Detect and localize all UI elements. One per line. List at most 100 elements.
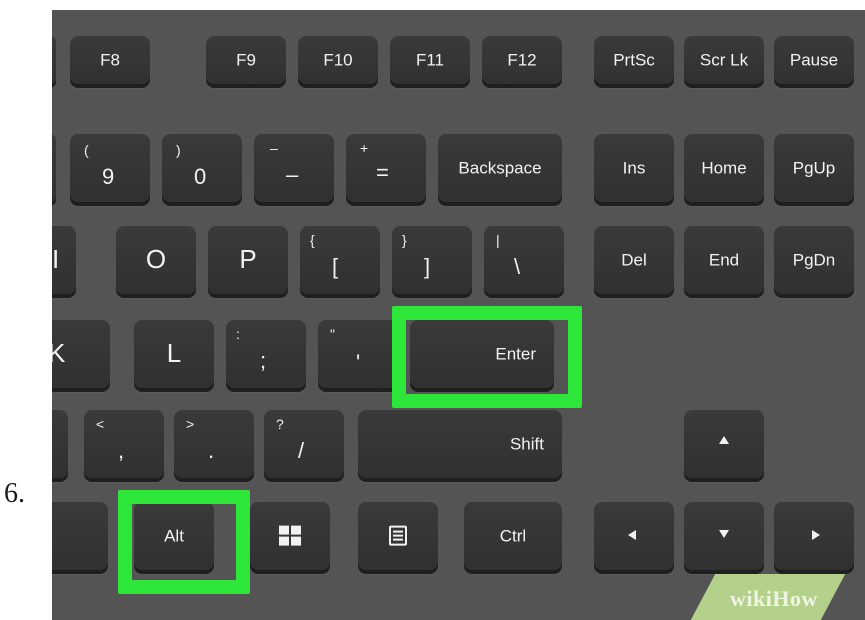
key-label: 9 <box>102 164 115 189</box>
arrow-right-icon <box>812 530 820 540</box>
key-label: 0 <box>194 164 207 189</box>
key-label: Scr Lk <box>699 50 749 70</box>
key-label: K <box>52 338 66 369</box>
key-label: End <box>708 250 740 270</box>
key-backspace: Backspace <box>438 134 562 206</box>
key-label: ] <box>424 254 431 279</box>
key-partial-left <box>52 410 68 482</box>
key-end: End <box>684 226 764 298</box>
key-label: – <box>286 162 299 187</box>
key-ctrl: Ctrl <box>464 502 562 574</box>
arrow-down-icon <box>719 530 729 538</box>
key-comma: < , <box>84 410 164 482</box>
key-label: Backspace <box>458 158 542 178</box>
key-quote: " ' <box>318 320 398 392</box>
watermark-logo: wikiHow <box>730 586 818 612</box>
key-sublabel: " <box>330 326 335 342</box>
key-scrlk: Scr Lk <box>684 36 764 88</box>
key-label: / <box>298 438 305 463</box>
key-f12: F12 <box>482 36 562 88</box>
key-sublabel: ) <box>176 142 181 158</box>
key-shift: Shift <box>358 410 562 482</box>
key-equals: + = <box>346 134 426 206</box>
key-prtsc: PrtSc <box>594 36 674 88</box>
key-sublabel: < <box>96 416 105 432</box>
step-number: 6. <box>4 478 25 509</box>
key-ins: Ins <box>594 134 674 206</box>
highlight-enter <box>392 306 582 408</box>
key-label: \ <box>514 254 521 279</box>
key-label: PgDn <box>792 250 836 270</box>
key-partial-left <box>52 502 108 574</box>
key-0: ) 0 <box>162 134 242 206</box>
key-label: ' <box>356 350 361 375</box>
key-label: , <box>118 438 125 463</box>
watermark-prefix: wiki <box>730 586 773 611</box>
key-l: L <box>134 320 214 392</box>
key-label: F12 <box>507 50 537 70</box>
key-label: PgUp <box>792 158 836 178</box>
key-label: Ctrl <box>499 526 527 546</box>
key-i: I <box>52 226 76 298</box>
key-windows <box>250 502 330 574</box>
key-sublabel: > <box>186 416 195 432</box>
key-sublabel: ? <box>276 416 284 432</box>
key-semicolon: : ; <box>226 320 306 392</box>
key-del: Del <box>594 226 674 298</box>
key-pause: Pause <box>774 36 854 88</box>
key-label: F11 <box>415 50 445 70</box>
key-label: Del <box>621 250 647 270</box>
key-pgdn: PgDn <box>774 226 854 298</box>
key-backslash: | \ <box>484 226 564 298</box>
keyboard-illustration: F8 F9 F10 F11 F12 PrtSc Scr Lk Pause ( 9… <box>52 10 865 620</box>
key-label: Home <box>701 158 747 178</box>
menu-icon <box>389 525 407 546</box>
key-sublabel: { <box>310 232 315 248</box>
key-label: Shift <box>509 434 544 454</box>
key-label: F9 <box>236 50 256 70</box>
key-9: ( 9 <box>70 134 150 206</box>
key-f11: F11 <box>390 36 470 88</box>
key-arrow-up <box>684 410 764 482</box>
key-f9: F9 <box>206 36 286 88</box>
key-label: . <box>208 438 215 463</box>
windows-logo-icon <box>279 525 301 546</box>
arrow-left-icon <box>628 530 636 540</box>
key-label: [ <box>332 254 339 279</box>
key-arrow-left <box>594 502 674 574</box>
key-label: = <box>376 160 389 185</box>
key-f10: F10 <box>298 36 378 88</box>
key-menu <box>358 502 438 574</box>
key-label: I <box>52 244 60 275</box>
key-arrow-right <box>774 502 854 574</box>
key-label: F8 <box>100 50 120 70</box>
key-pgup: PgUp <box>774 134 854 206</box>
key-p: P <box>208 226 288 298</box>
key-sublabel: } <box>402 232 407 248</box>
key-label: L <box>166 338 182 369</box>
arrow-up-icon <box>719 436 729 444</box>
key-sublabel: : <box>236 326 240 342</box>
highlight-alt <box>118 490 250 594</box>
key-k: K <box>52 320 110 392</box>
key-label: ; <box>260 348 267 373</box>
key-partial-left <box>52 134 56 206</box>
key-arrow-down <box>684 502 764 574</box>
key-label: P <box>239 244 257 275</box>
key-partial-left <box>52 36 56 88</box>
key-label: O <box>145 244 167 275</box>
key-home: Home <box>684 134 764 206</box>
key-sublabel: ( <box>84 142 89 158</box>
key-f8: F8 <box>70 36 150 88</box>
key-sublabel: + <box>360 140 369 156</box>
key-sublabel: – <box>270 140 278 156</box>
key-label: Ins <box>622 158 646 178</box>
key-right-bracket: } ] <box>392 226 472 298</box>
key-left-bracket: { [ <box>300 226 380 298</box>
key-slash: ? / <box>264 410 344 482</box>
key-label: F10 <box>323 50 353 70</box>
key-sublabel: | <box>496 232 500 248</box>
key-label: Pause <box>789 50 839 70</box>
key-o: O <box>116 226 196 298</box>
key-label: PrtSc <box>613 50 655 70</box>
